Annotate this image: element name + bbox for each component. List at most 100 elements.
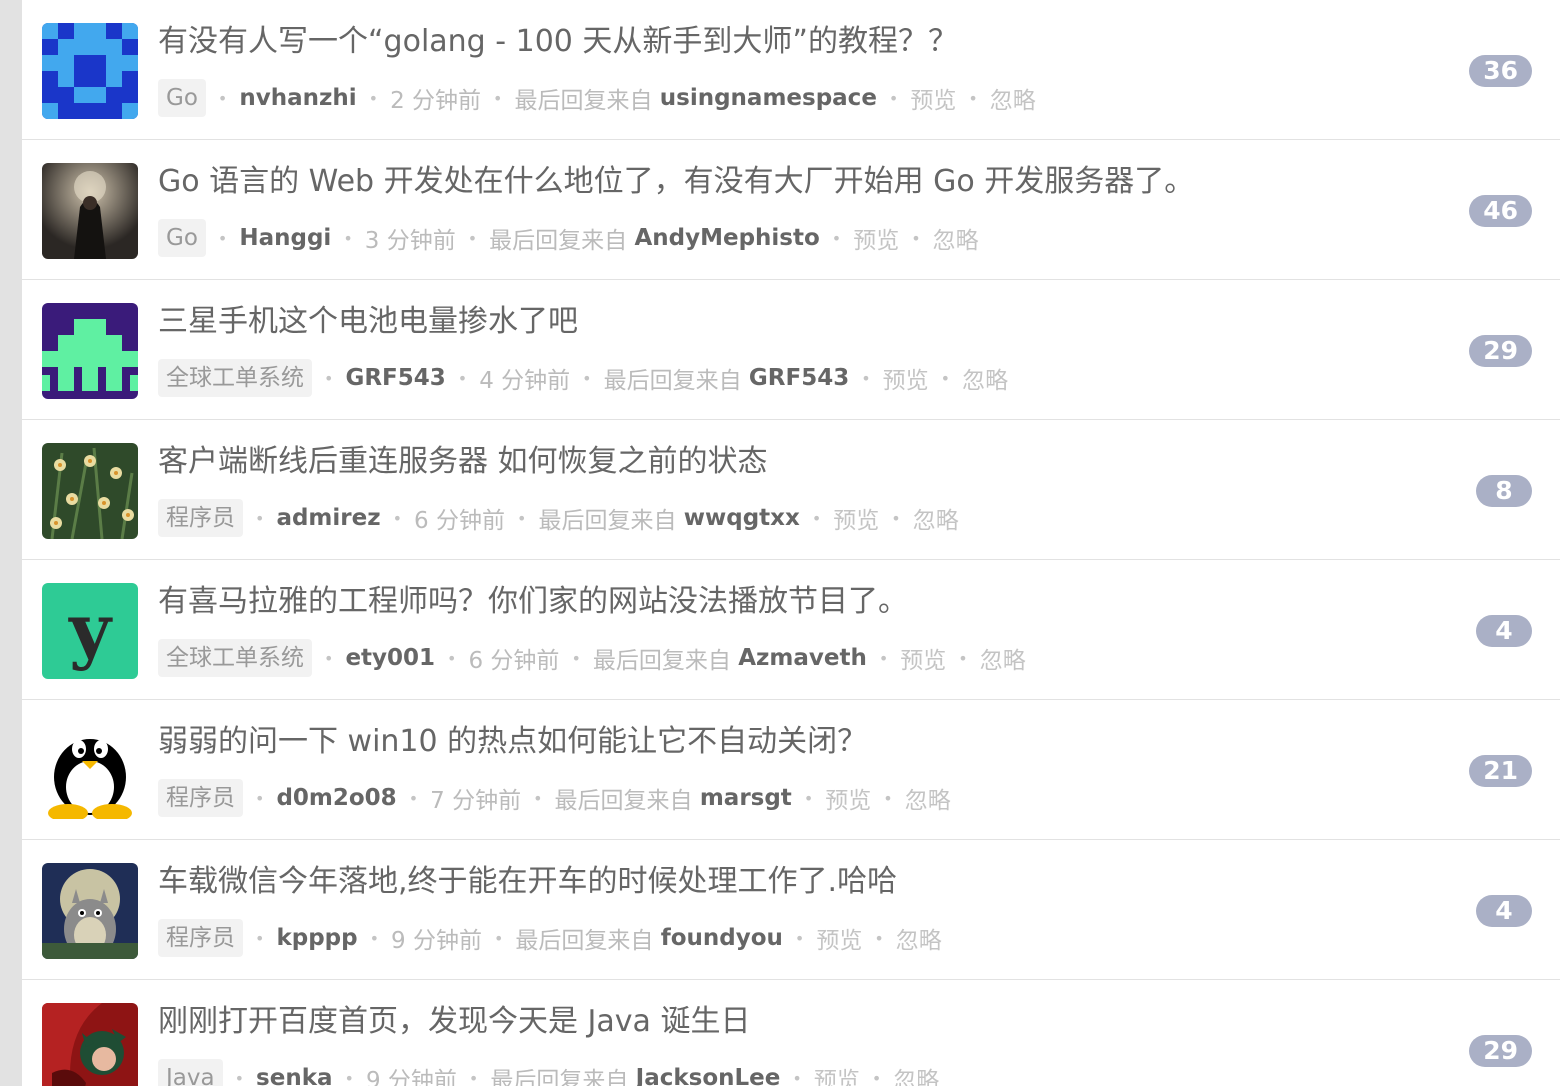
last-reply-user-link[interactable]: wwqgtxx: [684, 505, 800, 531]
separator-dot: •: [392, 508, 403, 528]
separator-dot: •: [940, 368, 951, 388]
topic-item: y 有喜马拉雅的工程师吗？你们家的网站没法播放节目了。 全球工单系统 • ety…: [22, 560, 1560, 700]
ignore-link[interactable]: 忽略: [896, 921, 942, 955]
node-tag[interactable]: Java: [158, 1059, 223, 1086]
last-reply-user-link[interactable]: AndyMephisto: [634, 225, 819, 251]
topic-title-link[interactable]: 三星手机这个电池电量掺水了吧: [158, 302, 1440, 342]
node-tag[interactable]: 全球工单系统: [158, 639, 312, 677]
separator-dot: •: [217, 228, 228, 248]
user-avatar-icon[interactable]: [42, 723, 138, 819]
separator-dot: •: [447, 648, 457, 668]
last-reply-user-link[interactable]: usingnamespace: [660, 85, 877, 111]
preview-link[interactable]: 预览: [883, 361, 929, 395]
topic-title-link[interactable]: 车载微信今年落地,终于能在开车的时候处理工作了.哈哈: [158, 862, 1440, 902]
topic-item: 刚刚打开百度首页，发现今天是 Java 诞生日 Java • senka • 9…: [22, 980, 1560, 1086]
topic-title-link[interactable]: 有喜马拉雅的工程师吗？你们家的网站没法播放节目了。: [158, 582, 1440, 622]
user-avatar-icon[interactable]: [42, 303, 138, 399]
ignore-link[interactable]: 忽略: [990, 81, 1036, 115]
svg-text:y: y: [68, 587, 113, 672]
preview-link[interactable]: 预览: [833, 501, 879, 535]
separator-dot: •: [255, 928, 265, 948]
preview-link[interactable]: 预览: [814, 1061, 860, 1086]
separator-dot: •: [958, 648, 968, 668]
separator-dot: •: [217, 88, 228, 108]
user-avatar-icon[interactable]: [42, 163, 138, 259]
last-reply-prefix: 最后回复来自: [514, 88, 653, 114]
preview-link[interactable]: 预览: [900, 641, 946, 675]
reply-count-badge[interactable]: 29: [1469, 1035, 1532, 1067]
topic-item: 弱弱的问一下 win10 的热点如何能让它不自动关闭？ 程序员 • d0m2o0…: [22, 700, 1560, 840]
separator-dot: •: [343, 228, 353, 248]
topic-info: Go • nvhanzhi • 2 分钟前 • 最后回复来自 usingname…: [158, 78, 1036, 118]
topic-info: 全球工单系统 • ety001 • 6 分钟前 • 最后回复来自 Azmavet…: [158, 638, 1026, 678]
author-link[interactable]: d0m2o08: [276, 785, 396, 811]
post-time: 6 分钟前: [414, 508, 505, 534]
ignore-link[interactable]: 忽略: [962, 361, 1008, 395]
reply-count-badge[interactable]: 8: [1476, 475, 1532, 507]
preview-link[interactable]: 预览: [825, 781, 871, 815]
separator-dot: •: [803, 788, 814, 808]
separator-dot: •: [888, 88, 899, 108]
node-tag[interactable]: 全球工单系统: [158, 359, 312, 397]
last-reply-prefix: 最后回复来自: [515, 928, 654, 954]
ignore-link[interactable]: 忽略: [933, 221, 979, 255]
author-link[interactable]: Hanggi: [239, 225, 331, 251]
separator-dot: •: [861, 368, 871, 388]
reply-count-badge[interactable]: 4: [1476, 615, 1532, 647]
preview-link[interactable]: 预览: [910, 81, 956, 115]
node-tag[interactable]: 程序员: [158, 499, 243, 537]
topic-info: 程序员 • kpppp • 9 分钟前 • 最后回复来自 foundyou • …: [158, 918, 942, 958]
last-reply-prefix: 最后回复来自: [489, 228, 628, 254]
reply-count-badge[interactable]: 29: [1469, 335, 1532, 367]
last-reply-user-link[interactable]: foundyou: [661, 925, 783, 951]
node-tag[interactable]: Go: [158, 79, 206, 117]
author-link[interactable]: GRF543: [345, 365, 445, 391]
topic-title-link[interactable]: 客户端断线后重连服务器 如何恢复之前的状态: [158, 442, 1440, 482]
user-avatar-icon[interactable]: [42, 443, 138, 539]
topic-title-link[interactable]: 弱弱的问一下 win10 的热点如何能让它不自动关闭？: [158, 722, 1440, 762]
topic-title-link[interactable]: Go 语言的 Web 开发处在什么地位了，有没有大厂开始用 Go 开发服务器了。: [158, 162, 1440, 202]
post-time: 6 分钟前: [468, 648, 560, 674]
last-reply-user-link[interactable]: Azmaveth: [738, 645, 867, 671]
author-link[interactable]: admirez: [276, 505, 380, 531]
author-link[interactable]: ety001: [345, 645, 435, 671]
reply-count-badge[interactable]: 21: [1469, 755, 1532, 787]
separator-dot: •: [517, 508, 527, 528]
post-time: 2 分钟前: [390, 88, 482, 114]
last-reply-user-link[interactable]: marsgt: [700, 785, 792, 811]
separator-dot: •: [344, 1068, 354, 1086]
separator-dot: •: [468, 1068, 479, 1086]
last-reply-user-link[interactable]: GRF543: [749, 365, 849, 391]
separator-dot: •: [968, 88, 978, 108]
user-avatar-icon[interactable]: [42, 1003, 138, 1086]
topic-title-link[interactable]: 有没有人写一个“golang - 100 天从新手到大师”的教程？？: [158, 22, 1440, 62]
reply-count-badge[interactable]: 46: [1469, 195, 1532, 227]
node-tag[interactable]: 程序员: [158, 919, 243, 957]
separator-dot: •: [891, 508, 901, 528]
reply-count-badge[interactable]: 36: [1469, 55, 1532, 87]
separator-dot: •: [794, 928, 805, 948]
user-avatar-icon[interactable]: [42, 23, 138, 119]
topic-item: 车载微信今年落地,终于能在开车的时候处理工作了.哈哈 程序员 • kpppp •…: [22, 840, 1560, 980]
ignore-link[interactable]: 忽略: [905, 781, 951, 815]
last-reply-user-link[interactable]: JacksonLee: [636, 1065, 781, 1086]
separator-dot: •: [874, 928, 884, 948]
separator-dot: •: [878, 648, 889, 668]
user-avatar-icon[interactable]: [42, 863, 138, 959]
user-avatar-icon[interactable]: y: [42, 583, 138, 679]
ignore-link[interactable]: 忽略: [913, 501, 959, 535]
separator-dot: •: [792, 1068, 802, 1086]
reply-count-badge[interactable]: 4: [1476, 895, 1532, 927]
topic-title-link[interactable]: 刚刚打开百度首页，发现今天是 Java 诞生日: [158, 1002, 1440, 1042]
ignore-link[interactable]: 忽略: [893, 1061, 939, 1086]
topic-item: Go 语言的 Web 开发处在什么地位了，有没有大厂开始用 Go 开发服务器了。…: [22, 140, 1560, 280]
preview-link[interactable]: 预览: [853, 221, 899, 255]
author-link[interactable]: kpppp: [276, 925, 357, 951]
author-link[interactable]: senka: [256, 1065, 332, 1086]
node-tag[interactable]: 程序员: [158, 779, 243, 817]
node-tag[interactable]: Go: [158, 219, 206, 257]
ignore-link[interactable]: 忽略: [980, 641, 1026, 675]
preview-link[interactable]: 预览: [816, 921, 862, 955]
author-link[interactable]: nvhanzhi: [239, 85, 356, 111]
topic-info: Java • senka • 9 分钟前 • 最后回复来自 JacksonLee…: [158, 1058, 939, 1086]
